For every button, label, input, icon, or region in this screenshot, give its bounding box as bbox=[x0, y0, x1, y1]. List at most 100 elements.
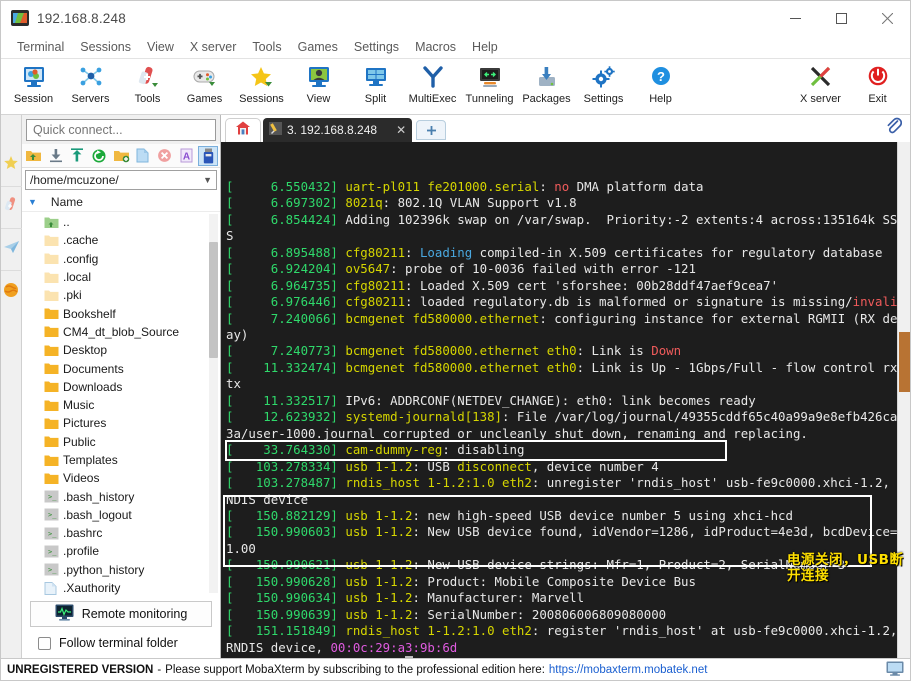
new-tab-button[interactable] bbox=[416, 120, 447, 140]
follow-terminal-folder-checkbox[interactable] bbox=[38, 636, 51, 650]
path-row: /home/mcuzone/ ▼ bbox=[22, 168, 220, 192]
upload-icon[interactable] bbox=[68, 146, 88, 166]
tab-session-1[interactable]: 3. 192.168.8.248 ✕ bbox=[263, 118, 413, 142]
file-list-item[interactable]: .cache bbox=[28, 231, 220, 249]
file-list-item[interactable]: >_ .profile bbox=[28, 542, 220, 560]
file-list[interactable]: .. .cache .config .local .pki Bookshelf CM4_dt… bbox=[22, 212, 220, 595]
ribbon-exit-button[interactable]: Exit bbox=[849, 61, 906, 113]
file-list-item[interactable]: Bookshelf bbox=[28, 304, 220, 322]
file-list-item[interactable]: .config bbox=[28, 250, 220, 268]
file-list-item[interactable]: .local bbox=[28, 268, 220, 286]
ribbon-sessions-button[interactable]: Sessions bbox=[233, 61, 290, 113]
file-list-item[interactable]: Pictures bbox=[28, 414, 220, 432]
quick-connect-input[interactable] bbox=[26, 119, 216, 141]
remote-monitoring-button[interactable]: Remote monitoring bbox=[30, 601, 212, 627]
ribbon-session-label: Session bbox=[13, 93, 54, 105]
prompt-path: :~ bbox=[368, 656, 383, 658]
ribbon-settings-button[interactable]: Settings bbox=[575, 61, 632, 113]
ribbon-packages-button[interactable]: Packages bbox=[518, 61, 575, 113]
ribbon-split-button[interactable]: Split bbox=[347, 61, 404, 113]
path-combobox[interactable]: /home/mcuzone/ ▼ bbox=[25, 170, 217, 190]
rail-favorites[interactable] bbox=[0, 145, 22, 187]
file-list-item[interactable]: >_ .bash_history bbox=[28, 487, 220, 505]
ribbon-tools-button[interactable]: Tools bbox=[119, 61, 176, 113]
text-edit-icon[interactable]: A bbox=[176, 146, 196, 166]
ribbon-tools-label: Tools bbox=[134, 93, 161, 105]
file-list-item[interactable]: .pki bbox=[28, 286, 220, 304]
rail-tools[interactable] bbox=[0, 187, 22, 229]
menu-settings[interactable]: Settings bbox=[346, 38, 407, 56]
window-controls bbox=[772, 1, 910, 35]
ribbon-help-button[interactable]: ? Help bbox=[632, 61, 689, 113]
file-type-icon bbox=[44, 399, 59, 412]
ribbon-multiexec-button[interactable]: MultiExec bbox=[404, 61, 461, 113]
mobaxterm-link[interactable]: https://mobaxterm.mobatek.net bbox=[549, 664, 708, 676]
new-folder-icon[interactable] bbox=[111, 146, 131, 166]
refresh-icon[interactable] bbox=[89, 146, 109, 166]
file-list-item[interactable]: Documents bbox=[28, 359, 220, 377]
terminal-line: [ 12.623932] systemd-journald[138]: File… bbox=[226, 409, 905, 441]
paperclip-icon[interactable] bbox=[885, 117, 903, 138]
menu-x-server[interactable]: X server bbox=[182, 38, 245, 56]
svg-text:>_: >_ bbox=[48, 530, 57, 538]
ribbon-games-button[interactable]: Games bbox=[176, 61, 233, 113]
terminal-cursor bbox=[405, 656, 413, 658]
file-list-header[interactable]: ▼ Name bbox=[22, 192, 220, 212]
file-list-item[interactable]: CM4_dt_blob_Source bbox=[28, 323, 220, 341]
file-list-item[interactable]: >_ .bash_logout bbox=[28, 506, 220, 524]
tab-close-icon[interactable]: ✕ bbox=[396, 123, 406, 137]
menu-sessions[interactable]: Sessions bbox=[72, 38, 139, 56]
parent-folder-icon[interactable] bbox=[24, 146, 44, 166]
download-icon[interactable] bbox=[46, 146, 66, 166]
minimize-button[interactable] bbox=[772, 1, 818, 35]
ribbon-session-button[interactable]: Session bbox=[5, 61, 62, 113]
file-list-scrollbar-thumb[interactable] bbox=[209, 242, 218, 358]
swiss-knife-icon bbox=[3, 196, 19, 219]
file-list-item[interactable]: >_ .bashrc bbox=[28, 524, 220, 542]
menu-view[interactable]: View bbox=[139, 38, 182, 56]
close-button[interactable] bbox=[864, 1, 910, 35]
ribbon-servers-button[interactable]: Servers bbox=[62, 61, 119, 113]
file-type-icon bbox=[44, 472, 59, 485]
file-list-item[interactable]: Videos bbox=[28, 469, 220, 487]
ribbon-toolbar: Session Servers Tools Games Sessions Vie… bbox=[1, 59, 910, 115]
terminal-prompt[interactable]: mcuzone@raspberrypi:~ $ bbox=[226, 656, 910, 658]
ribbon-x-server-button[interactable]: X server bbox=[792, 61, 849, 113]
menu-macros[interactable]: Macros bbox=[407, 38, 464, 56]
new-file-icon[interactable] bbox=[133, 146, 153, 166]
rail-sftp[interactable] bbox=[0, 229, 22, 271]
chevron-down-icon[interactable]: ▼ bbox=[203, 175, 212, 185]
usb-drive-icon[interactable] bbox=[198, 145, 219, 166]
ribbon-view-button[interactable]: View bbox=[290, 61, 347, 113]
file-list-item[interactable]: Desktop bbox=[28, 341, 220, 359]
file-list-item[interactable]: >_ .python_history bbox=[28, 561, 220, 579]
ribbon-tunneling-button[interactable]: Tunneling bbox=[461, 61, 518, 113]
menu-games[interactable]: Games bbox=[290, 38, 346, 56]
maximize-button[interactable] bbox=[818, 1, 864, 35]
follow-terminal-folder-row[interactable]: Follow terminal folder bbox=[30, 636, 212, 650]
menu-tools[interactable]: Tools bbox=[244, 38, 289, 56]
terminal-line: [ 150.882129] usb 1-1.2: new high-speed … bbox=[226, 507, 793, 523]
mobaxterm-app-icon bbox=[11, 10, 29, 26]
file-list-item[interactable]: .. bbox=[28, 213, 220, 231]
file-list-item[interactable]: Templates bbox=[28, 451, 220, 469]
file-list-scrollbar[interactable] bbox=[209, 214, 218, 593]
terminal-scrollbar-thumb[interactable] bbox=[899, 332, 910, 392]
home-tab[interactable] bbox=[225, 118, 261, 142]
file-list-item[interactable]: Music bbox=[28, 396, 220, 414]
rail-globe[interactable] bbox=[1, 271, 22, 313]
svg-text:>_: >_ bbox=[48, 493, 57, 501]
delete-icon[interactable] bbox=[155, 146, 175, 166]
status-separator: - bbox=[157, 663, 162, 676]
monitor-icon[interactable] bbox=[886, 661, 904, 679]
menu-help[interactable]: Help bbox=[464, 38, 506, 56]
menu-bar: Terminal Sessions View X server Tools Ga… bbox=[1, 35, 910, 59]
file-name: Downloads bbox=[63, 379, 123, 394]
file-list-item[interactable]: .Xauthority bbox=[28, 579, 220, 595]
terminal-output[interactable]: [ 6.550432] uart-pl011 fe201000.serial: … bbox=[221, 142, 910, 658]
file-type-icon bbox=[44, 454, 59, 467]
menu-terminal[interactable]: Terminal bbox=[9, 38, 72, 56]
file-list-item[interactable]: Downloads bbox=[28, 378, 220, 396]
file-list-item[interactable]: Public bbox=[28, 433, 220, 451]
paper-plane-icon bbox=[3, 240, 20, 260]
